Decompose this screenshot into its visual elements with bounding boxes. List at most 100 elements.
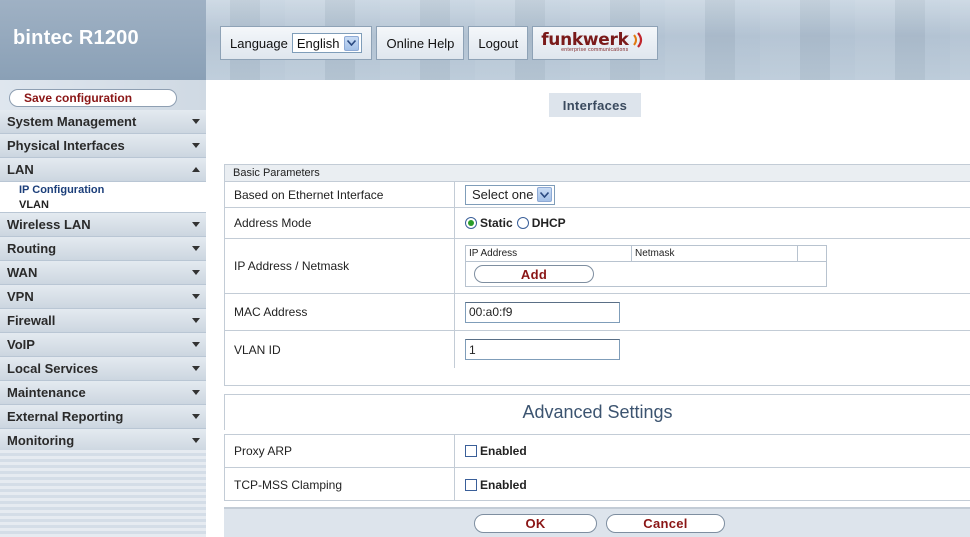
field-label: TCP-MSS Clamping: [225, 468, 455, 501]
cancel-button[interactable]: Cancel: [606, 514, 725, 533]
table-header: IP Address Netmask: [466, 246, 826, 262]
sidebar-item-voip[interactable]: VoIP: [0, 333, 206, 357]
sidebar-item-label: System Management: [7, 114, 137, 129]
online-help-button[interactable]: Online Help: [376, 26, 465, 60]
sidebar-item-label: VoIP: [7, 337, 35, 352]
logo-subtitle: enterprise communications: [561, 47, 629, 53]
form-row-vlan: VLAN ID 1: [225, 331, 970, 368]
sidebar: Save configuration System Management Phy…: [0, 80, 206, 537]
funkwerk-logo: funkwerk enterprise communications: [532, 26, 658, 60]
sidebar-item-external-reporting[interactable]: External Reporting: [0, 405, 206, 429]
field-value: Select one: [455, 182, 970, 207]
section-header: Basic Parameters: [225, 165, 970, 182]
page-title: Interfaces: [549, 93, 641, 117]
static-radio[interactable]: [465, 217, 477, 229]
sidebar-item-label: Firewall: [7, 313, 56, 328]
toolbar: Language English Online Help Logout funk…: [220, 26, 662, 60]
chevron-down-icon: [191, 364, 201, 374]
footer-bar: OK Cancel: [224, 507, 970, 537]
vlan-id-input[interactable]: 1: [465, 339, 620, 360]
field-label: Address Mode: [225, 208, 455, 238]
ip-netmask-table: IP Address Netmask Add: [465, 245, 827, 287]
sidebar-item-maintenance[interactable]: Maintenance: [0, 381, 206, 405]
sidebar-item-label: Maintenance: [7, 385, 86, 400]
brand-title: bintec R1200: [13, 27, 139, 49]
sidebar-subitem-ip-configuration[interactable]: IP Configuration: [0, 182, 206, 197]
sidebar-item-label: LAN: [7, 162, 34, 177]
static-radio-label: Static: [480, 216, 513, 230]
sidebar-item-wireless-lan[interactable]: Wireless LAN: [0, 213, 206, 237]
sidebar-item-label: External Reporting: [7, 409, 124, 424]
lan-submenu: IP Configuration VLAN: [0, 182, 206, 213]
ethernet-interface-select[interactable]: Select one: [465, 184, 556, 205]
field-value: 1: [455, 331, 970, 368]
sidebar-item-local-services[interactable]: Local Services: [0, 357, 206, 381]
save-configuration-button[interactable]: Save configuration: [9, 89, 177, 107]
field-label: MAC Address: [225, 294, 455, 330]
form-row-mac: MAC Address 00:a0:f9: [225, 294, 970, 331]
chevron-down-icon: [191, 412, 201, 422]
field-value: Static DHCP: [455, 208, 970, 238]
field-label: VLAN ID: [225, 331, 455, 368]
advanced-settings-title: Advanced Settings: [224, 394, 970, 430]
sidebar-item-lan[interactable]: LAN: [0, 158, 206, 182]
brand-area: bintec R1200: [0, 0, 206, 80]
sidebar-subitem-vlan[interactable]: VLAN: [0, 197, 206, 212]
checkbox-label: Enabled: [480, 444, 527, 458]
sidebar-item-label: WAN: [7, 265, 38, 280]
field-label: Proxy ARP: [225, 435, 455, 467]
column-header-ip: IP Address: [466, 246, 632, 261]
logout-button[interactable]: Logout: [468, 26, 529, 60]
chevron-down-icon: [191, 388, 201, 398]
basic-parameters-section: Basic Parameters Based on Ethernet Inter…: [224, 164, 970, 386]
chevron-down-icon: [191, 244, 201, 254]
sidebar-item-label: Physical Interfaces: [7, 138, 125, 153]
main-content: Interfaces Basic Parameters Based on Eth…: [206, 80, 970, 537]
field-label: Based on Ethernet Interface: [225, 182, 455, 207]
field-value: 00:a0:f9: [455, 294, 970, 330]
chevron-up-icon: [191, 165, 201, 175]
form-row-ip-netmask: IP Address / Netmask IP Address Netmask …: [225, 239, 970, 294]
form-row-tcp-mss: TCP-MSS Clamping Enabled: [225, 468, 970, 501]
language-select[interactable]: English: [291, 33, 363, 53]
field-value: IP Address Netmask Add: [455, 239, 970, 293]
sidebar-item-label: VPN: [7, 289, 34, 304]
chevron-down-icon: [191, 316, 201, 326]
chevron-down-icon: [191, 340, 201, 350]
dhcp-radio[interactable]: [516, 217, 529, 229]
sidebar-item-label: Wireless LAN: [7, 217, 91, 232]
sidebar-item-firewall[interactable]: Firewall: [0, 309, 206, 333]
select-value: Select one: [472, 187, 534, 202]
top-header: bintec R1200 Language English Online Hel…: [0, 0, 970, 80]
ok-button[interactable]: OK: [474, 514, 597, 533]
sidebar-decoration: [0, 450, 206, 537]
chevron-down-icon: [537, 187, 553, 202]
add-button[interactable]: Add: [474, 265, 594, 283]
chevron-down-icon: [191, 436, 201, 446]
field-value: Enabled: [455, 468, 970, 501]
form-row-address-mode: Address Mode Static DHCP: [225, 208, 970, 239]
sidebar-item-routing[interactable]: Routing: [0, 237, 206, 261]
sidebar-item-label: Local Services: [7, 361, 99, 376]
table-body: Add: [466, 262, 826, 286]
sidebar-item-system-management[interactable]: System Management: [0, 110, 206, 134]
column-header-empty: [798, 246, 826, 261]
sidebar-item-physical-interfaces[interactable]: Physical Interfaces: [0, 134, 206, 158]
checkbox-label: Enabled: [480, 477, 527, 492]
sidebar-menu: System Management Physical Interfaces LA…: [0, 110, 206, 453]
chevron-down-icon: [191, 220, 201, 230]
sidebar-item-label: Monitoring: [7, 433, 75, 448]
sidebar-item-vpn[interactable]: VPN: [0, 285, 206, 309]
tcp-mss-checkbox[interactable]: [465, 478, 477, 491]
field-value: Enabled: [455, 435, 970, 467]
sidebar-item-label: Routing: [7, 241, 57, 256]
proxy-arp-checkbox[interactable]: [465, 445, 477, 457]
chevron-down-icon: [191, 268, 201, 278]
sidebar-item-wan[interactable]: WAN: [0, 261, 206, 285]
mac-address-input[interactable]: 00:a0:f9: [465, 301, 620, 323]
chevron-down-icon: [191, 117, 201, 127]
field-label: IP Address / Netmask: [225, 239, 455, 293]
language-value: English: [296, 35, 340, 51]
chevron-down-icon: [344, 35, 360, 51]
chevron-down-icon: [191, 141, 201, 151]
